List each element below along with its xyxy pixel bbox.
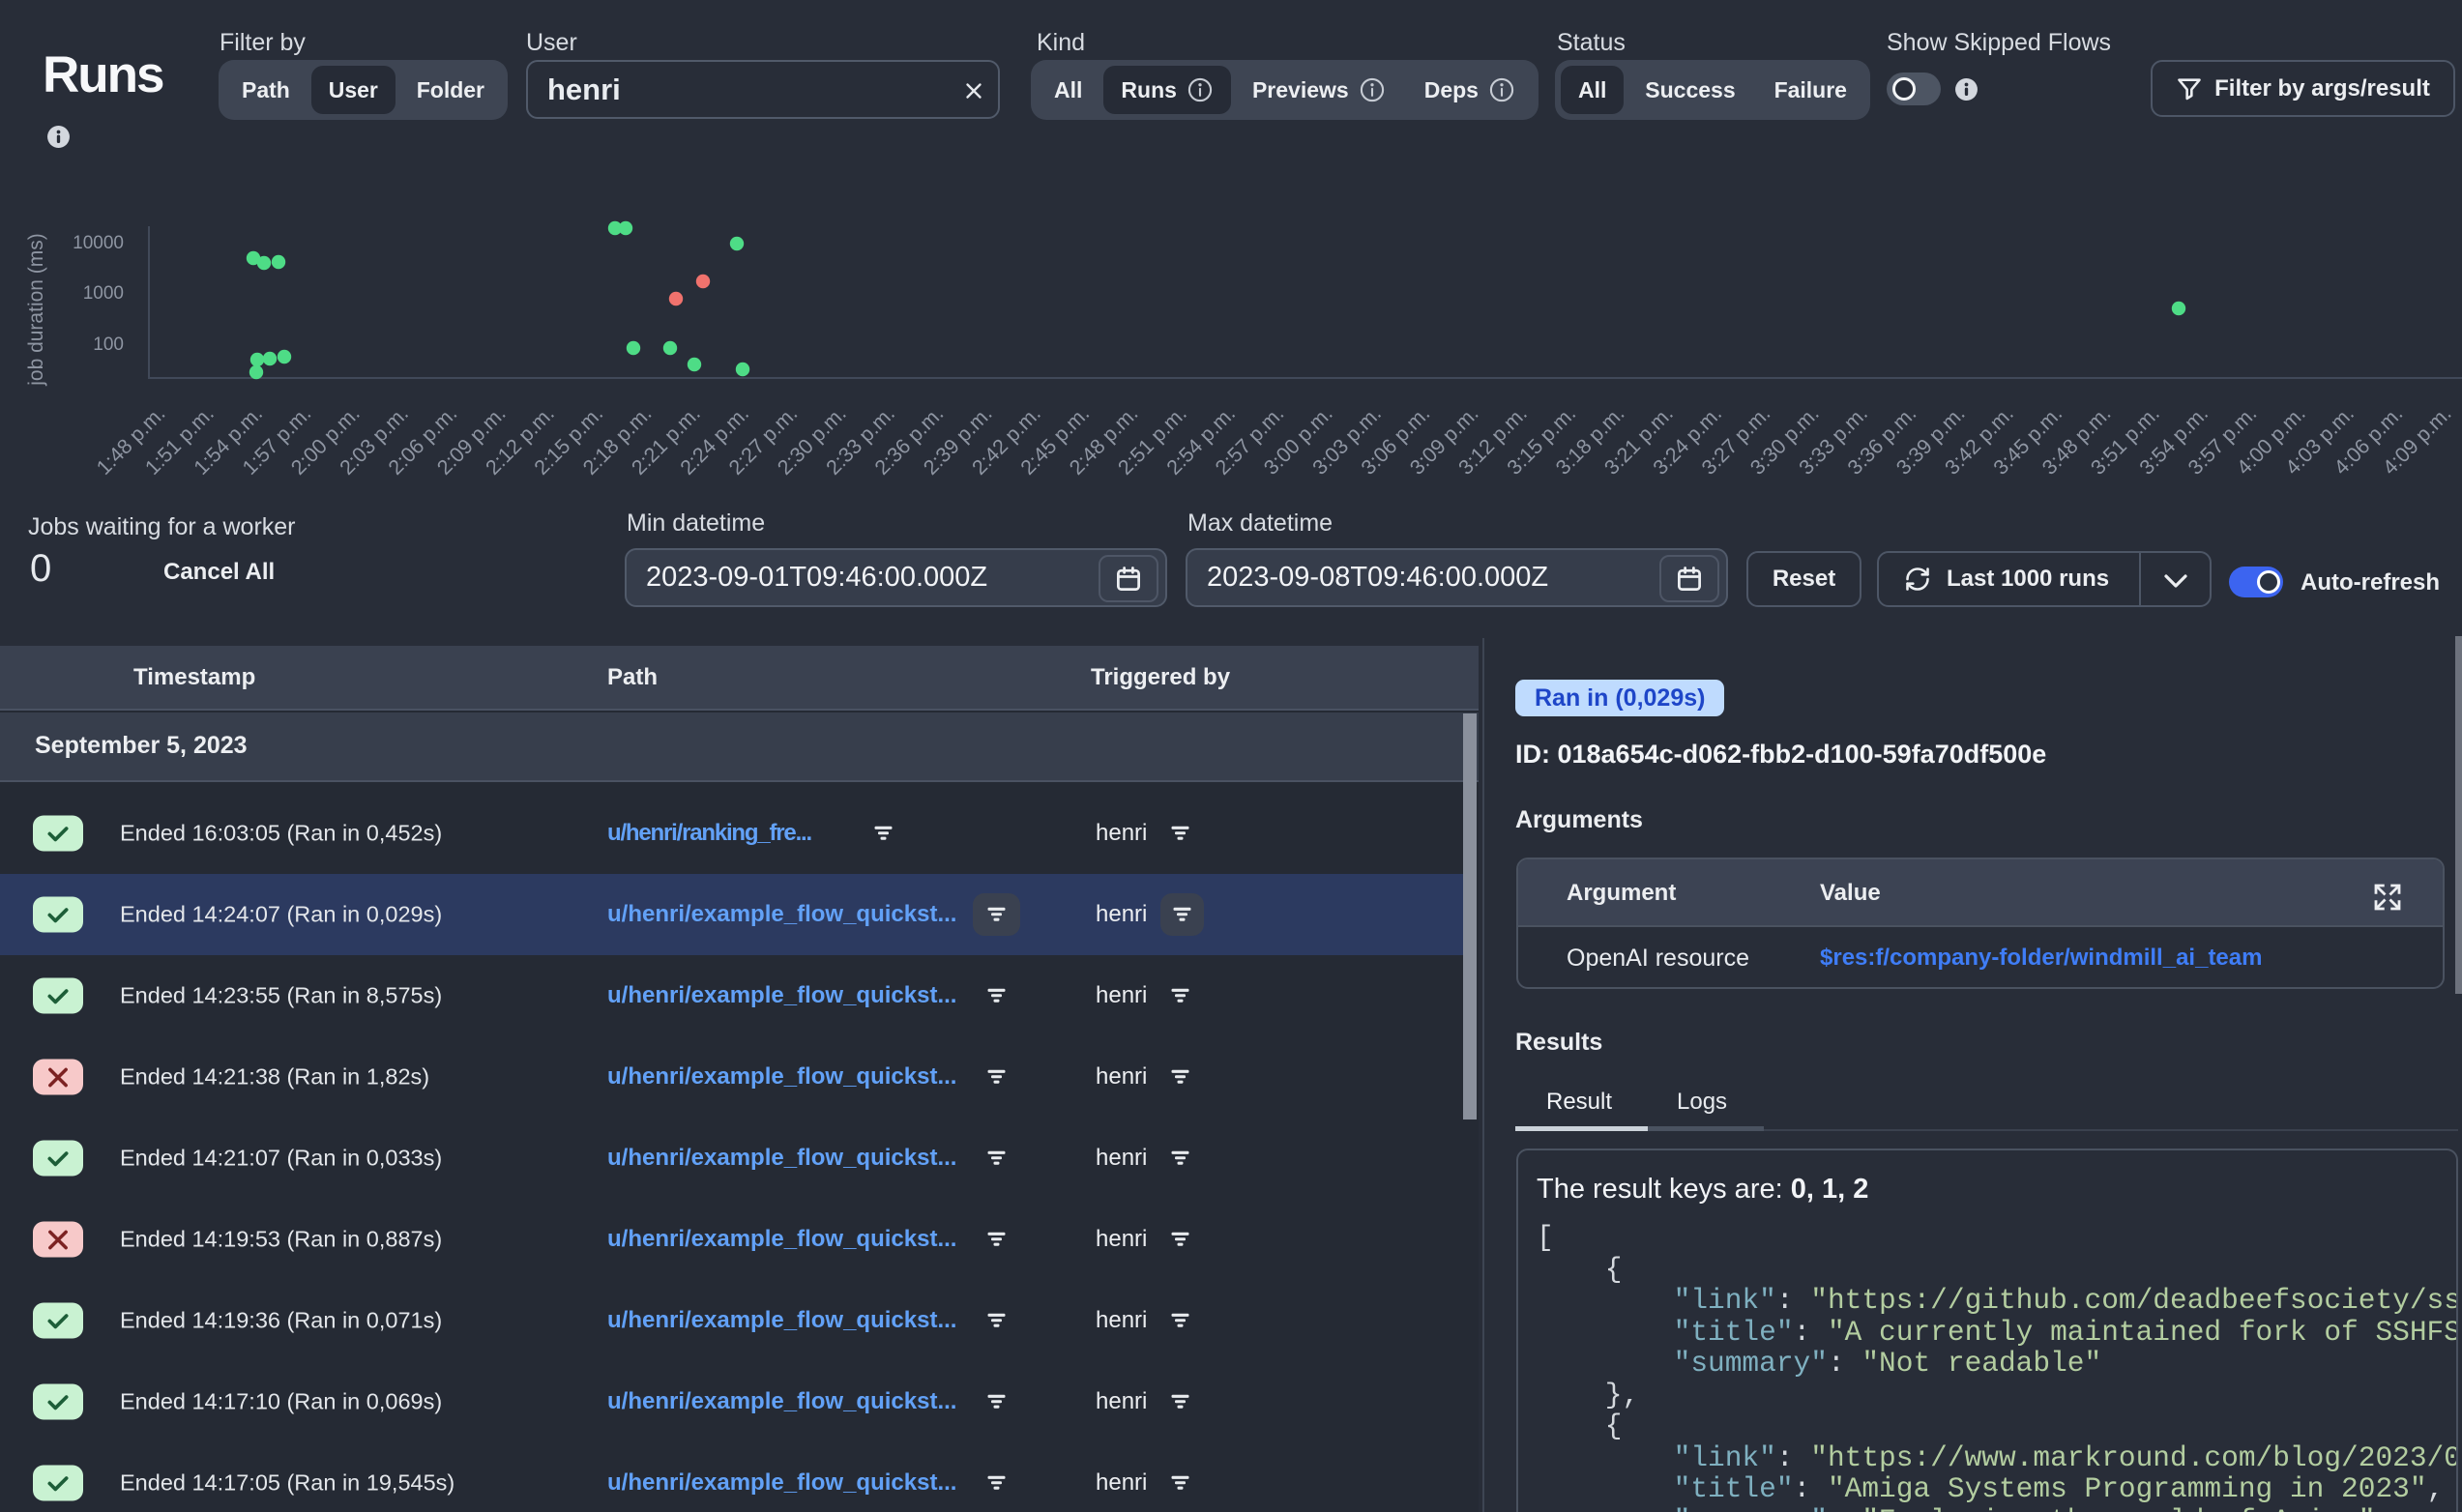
svg-text:1000: 1000 [83,283,124,304]
svg-text:10000: 10000 [73,233,124,253]
svg-text:100: 100 [93,334,124,355]
svg-text:job duration (ms): job duration (ms) [25,233,47,387]
